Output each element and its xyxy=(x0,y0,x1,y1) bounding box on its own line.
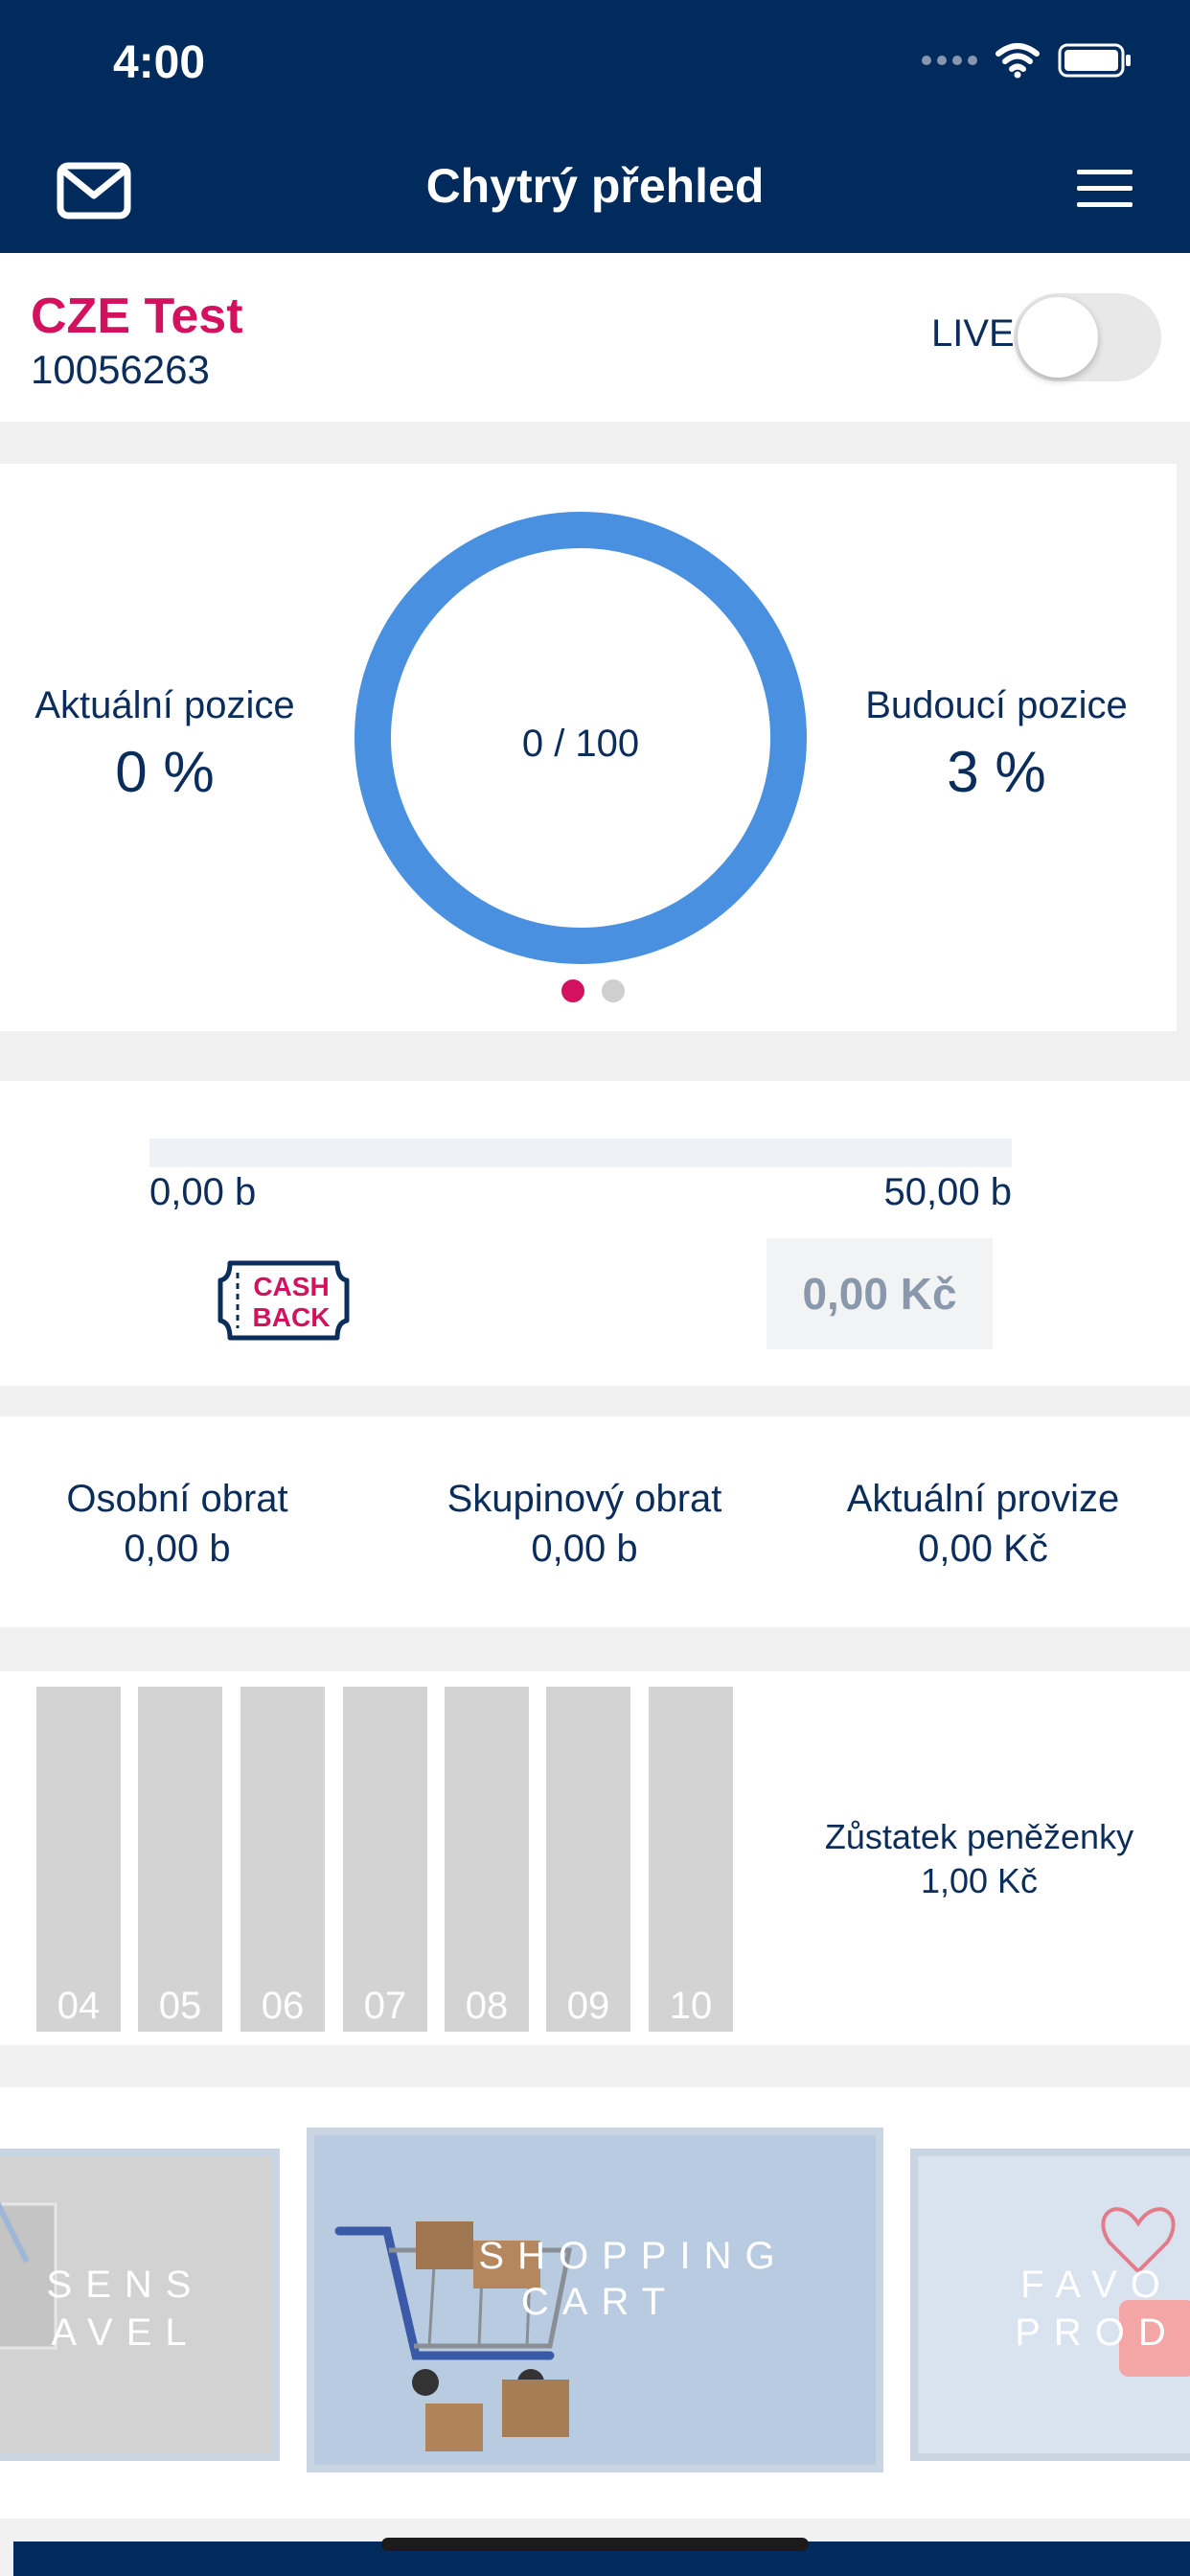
month-label: 08 xyxy=(465,1985,509,2027)
banner-text-line1: SENS xyxy=(46,2264,205,2306)
wallet-label: Zůstatek peněženky xyxy=(824,1817,1134,1856)
month-label: 06 xyxy=(261,1985,305,2027)
commission-value: 0,00 Kč xyxy=(918,1528,1048,1570)
cashback-progress-bar xyxy=(149,1138,1012,1167)
page-indicator[interactable] xyxy=(561,979,625,1002)
banner-travel[interactable]: SENS AVEL xyxy=(0,2149,280,2461)
svg-text:BACK: BACK xyxy=(253,1302,331,1332)
hamburger-menu-icon xyxy=(1077,170,1133,207)
personal-turnover-value: 0,00 b xyxy=(124,1528,231,1570)
banner-text-line2: PROD xyxy=(1015,2312,1179,2354)
account-name: CZE Test xyxy=(31,288,243,344)
page-title: Chytrý přehled xyxy=(425,159,765,213)
future-position: Budoucí pozice 3 % xyxy=(847,684,1146,805)
banner-carousel[interactable]: SENS AVEL SHOPPING CART FAVO PROD xyxy=(0,2087,1190,2518)
current-position: Aktuální pozice 0 % xyxy=(0,684,330,805)
month-bar[interactable]: 05 xyxy=(138,1687,222,2032)
status-time: 4:00 xyxy=(113,37,206,88)
banner-shopping-cart[interactable]: SHOPPING CART xyxy=(307,2128,883,2472)
personal-turnover: Osobní obrat 0,00 b xyxy=(38,1474,316,1574)
banner-text-line2: AVEL xyxy=(51,2312,200,2354)
group-turnover: Skupinový obrat 0,00 b xyxy=(402,1474,767,1574)
progress-ring-text: 0 / 100 xyxy=(521,723,640,765)
current-position-value: 0 % xyxy=(115,740,215,804)
home-indicator[interactable] xyxy=(381,2538,809,2551)
current-commission: Aktuální provize 0,00 Kč xyxy=(818,1474,1148,1574)
month-bar[interactable]: 06 xyxy=(240,1687,325,2032)
account-section: CZE Test 10056263 LIVE xyxy=(0,253,1190,422)
month-label: 05 xyxy=(158,1985,202,2027)
month-label: 07 xyxy=(363,1985,407,2027)
monthly-overview: 04 05 06 07 08 09 10 Zůstatek peněženky … xyxy=(0,1671,1190,2045)
future-position-label: Budoucí pozice xyxy=(865,684,1128,726)
toggle-knob xyxy=(1018,297,1098,378)
live-toggle[interactable] xyxy=(1014,293,1161,381)
wallet-value: 1,00 Kč xyxy=(920,1861,1039,1900)
month-bar[interactable]: 04 xyxy=(36,1687,121,2032)
month-label: 09 xyxy=(566,1985,610,2027)
page-dot-1[interactable] xyxy=(561,979,584,1002)
position-card[interactable]: Aktuální pozice 0 % 0 / 100 Budoucí pozi… xyxy=(0,464,1177,1031)
page-dot-2[interactable] xyxy=(602,979,625,1002)
month-label: 10 xyxy=(669,1985,713,2027)
progress-min-label: 0,00 b xyxy=(149,1171,257,1213)
progress-max-label: 50,00 b xyxy=(883,1171,1012,1213)
personal-turnover-label: Osobní obrat xyxy=(66,1478,288,1520)
turnover-section: Osobní obrat 0,00 b Skupinový obrat 0,00… xyxy=(0,1416,1190,1627)
cashback-logo: CASH BACK xyxy=(217,1260,350,1341)
banner-text-line1: FAVO xyxy=(1020,2264,1174,2306)
banner-text-line2: CART xyxy=(520,2281,679,2323)
current-position-label: Aktuální pozice xyxy=(34,684,295,726)
account-id: 10056263 xyxy=(31,347,210,392)
banner-text-line1: SHOPPING xyxy=(478,2235,789,2277)
banner-favorite-products[interactable]: FAVO PROD xyxy=(910,2149,1190,2461)
menu-button[interactable] xyxy=(1075,167,1134,211)
month-bar[interactable]: 10 xyxy=(649,1687,733,2032)
cashback-amount: 0,00 Kč xyxy=(767,1238,993,1349)
live-label: LIVE xyxy=(931,312,1015,355)
top-bar: 4:00 Chytrý přehled xyxy=(0,0,1190,253)
status-icons xyxy=(922,42,1133,79)
group-turnover-value: 0,00 b xyxy=(531,1528,638,1570)
battery-icon xyxy=(1058,43,1131,78)
month-bar[interactable]: 08 xyxy=(445,1687,529,2032)
cashback-card: 0,00 b 50,00 b CASH BACK 0,00 Kč xyxy=(0,1081,1190,1386)
month-bar[interactable]: 07 xyxy=(343,1687,427,2032)
month-label: 04 xyxy=(57,1985,101,2027)
month-bar[interactable]: 09 xyxy=(546,1687,630,2032)
wifi-icon xyxy=(995,43,1040,79)
future-position-value: 3 % xyxy=(947,740,1046,804)
signal-icon xyxy=(922,56,977,65)
wallet-balance: Zůstatek peněženky 1,00 Kč xyxy=(791,1815,1167,1903)
commission-label: Aktuální provize xyxy=(846,1478,1120,1520)
group-turnover-label: Skupinový obrat xyxy=(446,1478,722,1520)
svg-text:CASH: CASH xyxy=(253,1272,329,1301)
